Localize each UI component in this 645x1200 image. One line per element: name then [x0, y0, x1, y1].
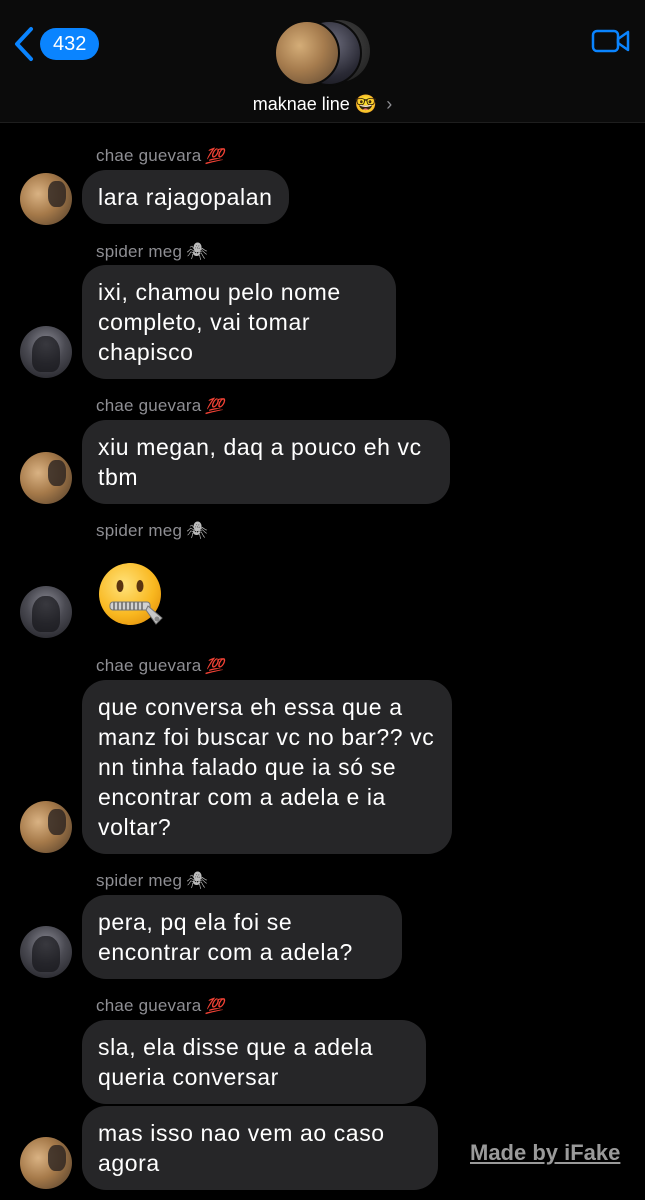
sender-name: spider meg 🕷 — [96, 242, 208, 262]
video-camera-icon — [591, 29, 630, 53]
hundred-points-icon: 💯 — [205, 998, 225, 1015]
sender-label: chae guevara — [96, 396, 202, 415]
sender-name: spider meg 🕷 — [96, 871, 208, 891]
sender-label: chae guevara — [96, 656, 202, 675]
hundred-points-icon: 💯 — [205, 398, 225, 415]
group-avatar[interactable] — [274, 20, 374, 86]
hundred-points-icon: 💯 — [205, 148, 225, 165]
sender-name: chae guevara 💯 — [96, 656, 224, 676]
group-emoji: 🤓 — [354, 94, 378, 114]
avatar[interactable] — [20, 586, 72, 638]
sender-label: spider meg — [96, 242, 183, 261]
avatar[interactable] — [20, 801, 72, 853]
avatar[interactable] — [20, 326, 72, 378]
sender-name: spider meg 🕷 — [96, 521, 208, 541]
message-bubble[interactable]: mas isso nao vem ao caso agora — [82, 1106, 438, 1190]
message-bubble[interactable]: ixi, chamou pelo nome completo, vai toma… — [82, 265, 396, 379]
zipper-mouth-face-icon[interactable] — [96, 560, 168, 632]
watermark: Made by iFake — [470, 1140, 621, 1165]
spider-icon: 🕷 — [186, 521, 208, 540]
hundred-points-icon: 💯 — [205, 658, 225, 675]
sender-label: chae guevara — [96, 146, 202, 165]
group-avatar-1 — [274, 20, 340, 86]
message-bubble[interactable]: sla, ela disse que a adela queria conver… — [82, 1020, 426, 1104]
message-bubble[interactable]: pera, pq ela foi se encontrar com a adel… — [82, 895, 402, 979]
spider-icon: 🕷 — [186, 871, 208, 890]
message-bubble[interactable]: xiu megan, daq a pouco eh vc tbm — [82, 420, 450, 504]
sender-name: chae guevara 💯 — [96, 146, 224, 166]
sender-label: spider meg — [96, 521, 183, 540]
conversation-header: 432 maknae line 🤓 › — [0, 0, 645, 123]
avatar[interactable] — [20, 926, 72, 978]
sender-label: chae guevara — [96, 996, 202, 1015]
message-bubble[interactable]: que conversa eh essa que a manz foi busc… — [82, 680, 452, 854]
avatar[interactable] — [20, 1137, 72, 1189]
message-bubble[interactable]: lara rajagopalan — [82, 170, 289, 224]
avatar[interactable] — [20, 452, 72, 504]
group-name: maknae line — [252, 94, 350, 114]
chevron-right-icon: › — [386, 94, 393, 114]
avatar[interactable] — [20, 173, 72, 225]
unread-count-badge: 432 — [40, 28, 100, 60]
sender-name: chae guevara 💯 — [96, 996, 224, 1016]
back-button[interactable]: 432 — [12, 26, 100, 62]
group-name-button[interactable]: maknae line 🤓 › — [0, 94, 645, 115]
sender-label: spider meg — [96, 871, 183, 890]
spider-icon: 🕷 — [186, 242, 208, 261]
sender-name: chae guevara 💯 — [96, 396, 224, 416]
facetime-button[interactable] — [591, 28, 631, 59]
chevron-left-icon — [15, 27, 33, 61]
